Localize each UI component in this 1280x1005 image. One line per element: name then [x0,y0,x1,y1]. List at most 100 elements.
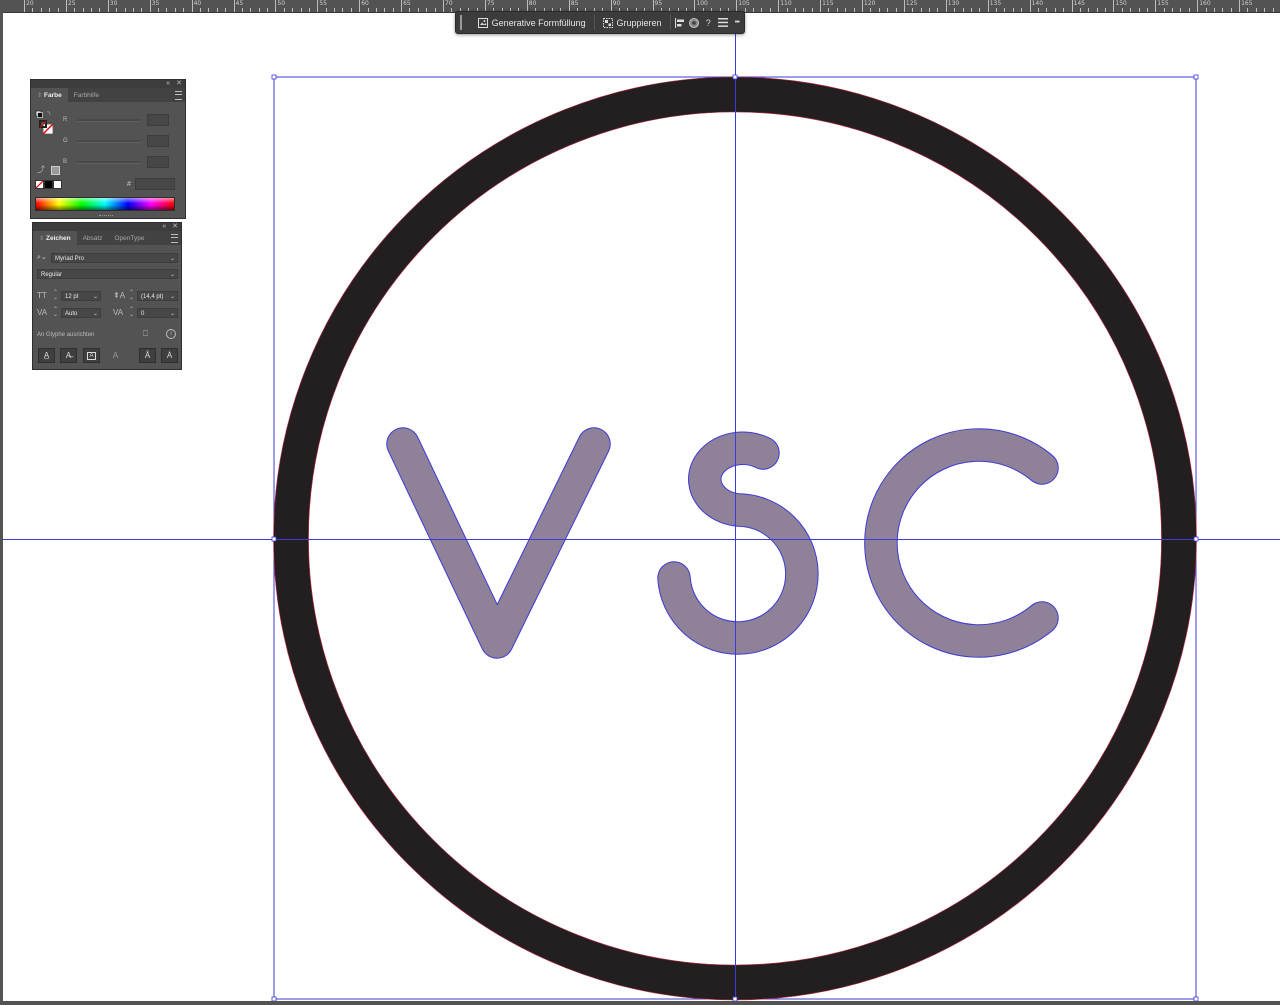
letter-v[interactable] [386,427,611,659]
swap-fill-stroke-icon[interactable]: ⤴ [37,164,45,175]
ruler-major-tick [149,0,151,12]
ruler-minor-tick [1046,8,1048,12]
ruler-label: 155 [1157,0,1169,7]
slider-r-track[interactable] [77,118,141,122]
collapse-icon[interactable]: « [166,80,170,88]
x-height-icon: A̶ [65,351,72,360]
glyph-bounds-button[interactable]: A [83,348,100,363]
panel-menu-icon[interactable] [175,91,182,100]
generative-fill-button[interactable]: Generative Formfüllung [472,13,592,32]
anchor-point-button[interactable]: Ȧ [161,348,178,363]
panel-resize-grip[interactable] [99,215,113,218]
ruler-major-tick [317,0,319,12]
taskbar-drag-handle[interactable] [460,15,466,30]
font-size-stepper[interactable]: ⌃ ⌄ [53,290,58,301]
proximity-icon: A [112,351,119,360]
ruler-major-tick [820,0,822,12]
slider-b-value[interactable] [147,156,169,168]
font-size-field[interactable]: 12 pt ⌄ [61,291,101,301]
slider-g-value[interactable] [147,135,169,147]
tab-paragraph-label: Absatz [82,234,103,242]
baseline-glyph-button[interactable]: A̲ [38,348,55,363]
slider-r-label: R [63,117,68,123]
slider-b-track[interactable] [77,160,141,164]
xheight-glyph-button[interactable]: A̶ [60,348,77,363]
ruler-minor-tick [845,8,847,12]
color-spectrum[interactable] [35,197,175,211]
gray-swatch[interactable] [51,166,60,175]
ruler-label: 70 [445,0,453,7]
ruler-major-tick [443,0,444,12]
ruler-minor-tick [166,8,168,12]
white-swatch[interactable] [53,180,62,189]
slider-r[interactable]: R [63,114,169,126]
info-icon[interactable]: i [166,329,176,339]
font-family-dropdown[interactable]: Myriad Pro ⌄ [51,253,178,263]
ruler-minor-tick [962,8,964,12]
ruler-minor-tick [1088,8,1090,12]
more-options-button[interactable]: ••• [730,13,744,32]
artboard-canvas[interactable] [0,0,1280,1005]
recolor-button[interactable] [687,13,701,32]
ruler-label: 25 [67,0,76,7]
black-swatch[interactable] [44,180,53,189]
ruler-minor-tick [367,8,369,12]
font-style-dropdown[interactable]: Regular ⌄ [37,269,178,279]
slider-g-track[interactable] [77,139,141,143]
ruler-minor-tick [132,8,134,12]
close-icon[interactable]: ✕ [176,80,182,88]
letter-c[interactable] [864,428,1059,658]
leading-stepper[interactable]: ⌃ ⌄ [129,290,134,301]
bottom-scroll-edge [0,1001,1280,1005]
ruler-minor-tick [350,8,352,12]
tab-color[interactable]: ⇕ Farbe [31,88,68,102]
angular-icon: Å [144,351,151,360]
collapse-icon[interactable]: « [162,223,166,231]
hex-input[interactable] [135,178,175,190]
tracking-field[interactable]: 0 ⌄ [137,308,178,318]
tracking-stepper[interactable]: ⌃ ⌄ [129,307,134,318]
align-left-icon [674,17,684,28]
help-button[interactable]: ? [701,13,715,32]
kerning-field[interactable]: Auto ⌄ [61,308,101,318]
slider-g[interactable]: G [63,135,169,147]
ruler-major-tick [107,0,109,12]
ruler-minor-tick [292,8,294,12]
group-button[interactable]: Gruppieren [597,13,668,32]
none-swatch[interactable] [35,180,44,189]
color-panel-titlebar[interactable]: « ✕ [31,80,185,88]
ruler-label: 30 [109,0,118,7]
angular-guides-button[interactable]: Å [139,348,156,363]
fill-stroke-swatches[interactable] [35,110,57,136]
ruler-major-tick [1155,0,1157,12]
kerning-stepper[interactable]: ⌃ ⌄ [53,307,58,318]
color-panel-tabs: ⇕ Farbe Farbhilfe [31,88,185,102]
ruler-minor-tick [451,8,453,12]
glyph-bounds-icon: A [87,351,96,360]
ruler-minor-tick [786,8,788,12]
proximity-guides-button[interactable]: A [107,348,124,363]
leading-field[interactable]: (14,4 pt) ⌄ [137,291,178,301]
character-panel-titlebar[interactable]: « ✕ [33,223,181,231]
tab-paragraph[interactable]: Absatz [77,231,109,245]
ruler-major-tick [862,0,863,12]
ruler-minor-tick [124,8,126,12]
font-search-icon[interactable]: ⌕⌄ [37,253,47,262]
tab-character[interactable]: ⇕ Zeichen [33,231,77,245]
contextual-taskbar: Generative Formfüllung Gruppieren ? ••• [455,11,745,34]
tab-opentype[interactable]: OpenType [108,231,150,245]
ruler-major-tick [987,0,989,12]
letter-s[interactable] [657,431,819,655]
slider-r-value[interactable] [147,114,169,126]
snap-glyph-options-icon[interactable]: ⎕ [143,329,148,339]
ruler-minor-tick [325,8,327,12]
close-icon[interactable]: ✕ [172,223,178,231]
panel-menu-icon[interactable] [171,234,178,243]
ruler-major-tick [24,0,25,12]
vertical-ruler[interactable] [0,12,3,1005]
font-size-icon: ꓔT [37,291,47,300]
slider-b[interactable]: B [63,156,169,168]
properties-button[interactable] [715,13,729,32]
align-button[interactable] [672,13,686,32]
tab-color-guide[interactable]: Farbhilfe [68,88,105,102]
